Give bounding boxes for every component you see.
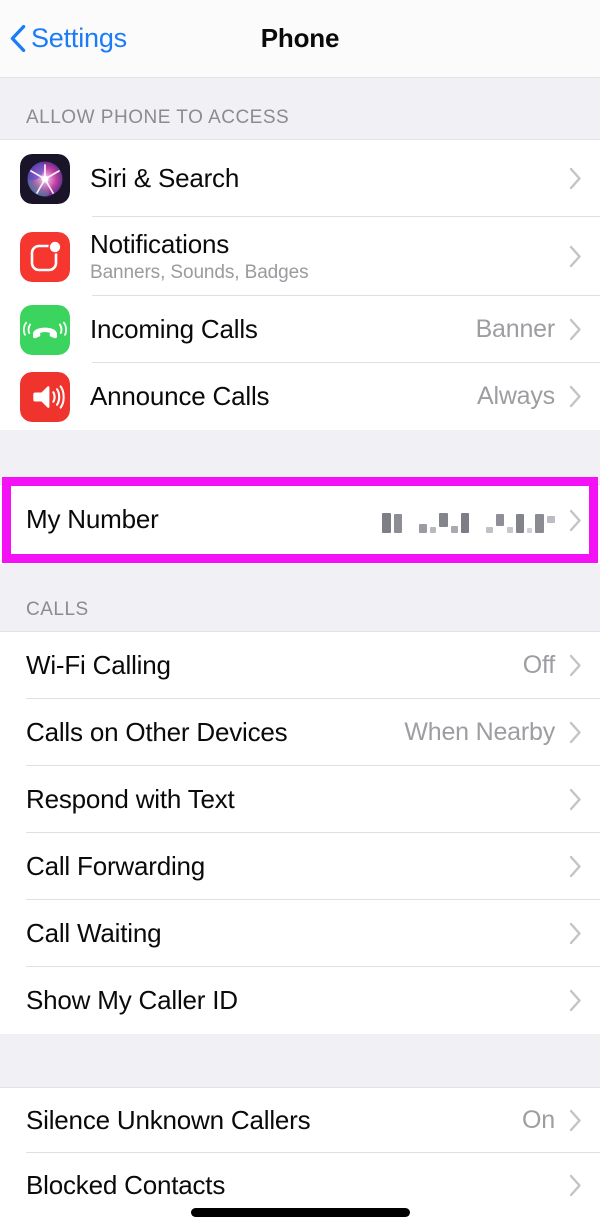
row-title: Notifications xyxy=(90,230,569,260)
chevron-right-icon xyxy=(569,721,582,744)
row-title: Call Waiting xyxy=(26,919,569,949)
chevron-right-icon xyxy=(569,245,582,268)
row-incoming-calls[interactable]: Incoming Calls Banner xyxy=(0,296,600,363)
section-header-allow-phone-to-access: ALLOW PHONE TO ACCESS xyxy=(0,78,600,140)
group-allow-phone-to-access: Siri & Search Notifications Banners, Sou… xyxy=(0,140,600,430)
row-labels: Blocked Contacts xyxy=(26,1171,569,1201)
home-indicator-bar xyxy=(191,1208,410,1217)
redacted-group xyxy=(486,507,555,533)
row-announce-calls[interactable]: Announce Calls Always xyxy=(0,363,600,430)
chevron-right-icon xyxy=(569,654,582,677)
chevron-right-icon xyxy=(569,385,582,408)
row-show-my-caller-id[interactable]: Show My Caller ID xyxy=(0,967,600,1034)
row-value: When Nearby xyxy=(404,718,555,747)
page-title: Phone xyxy=(0,0,600,77)
row-title: Call Forwarding xyxy=(26,852,569,882)
siri-icon xyxy=(20,154,70,204)
row-wifi-calling[interactable]: Wi-Fi Calling Off xyxy=(0,632,600,699)
row-title: Blocked Contacts xyxy=(26,1171,569,1201)
row-labels: Show My Caller ID xyxy=(26,986,569,1016)
row-my-number[interactable]: My Number xyxy=(0,485,600,555)
row-subtitle: Banners, Sounds, Badges xyxy=(90,263,569,284)
row-labels: Call Forwarding xyxy=(26,852,569,882)
row-respond-with-text[interactable]: Respond with Text xyxy=(0,766,600,833)
chevron-right-icon xyxy=(569,1174,582,1197)
row-value: Off xyxy=(523,651,555,680)
row-title: Announce Calls xyxy=(90,382,477,412)
navigation-bar: Settings Phone xyxy=(0,0,600,78)
row-title: Show My Caller ID xyxy=(26,986,569,1016)
chevron-right-icon xyxy=(569,318,582,341)
redacted-group xyxy=(382,507,402,533)
row-value: Banner xyxy=(476,315,555,344)
row-value: Always xyxy=(477,382,555,411)
row-labels: Announce Calls xyxy=(90,382,477,412)
row-call-forwarding[interactable]: Call Forwarding xyxy=(0,833,600,900)
row-labels: Calls on Other Devices xyxy=(26,718,404,748)
my-number-redacted-value xyxy=(382,507,555,533)
row-labels: My Number xyxy=(26,505,382,535)
row-notifications[interactable]: Notifications Banners, Sounds, Badges xyxy=(0,217,600,296)
row-title: Wi-Fi Calling xyxy=(26,651,523,681)
section-header-calls: CALLS xyxy=(0,564,600,632)
row-title: Calls on Other Devices xyxy=(26,718,404,748)
row-labels: Siri & Search xyxy=(90,164,569,194)
row-title: Siri & Search xyxy=(90,164,569,194)
row-silence-unknown-callers[interactable]: Silence Unknown Callers On xyxy=(0,1088,600,1153)
row-labels: Wi-Fi Calling xyxy=(26,651,523,681)
chevron-right-icon xyxy=(569,788,582,811)
row-calls-on-other-devices[interactable]: Calls on Other Devices When Nearby xyxy=(0,699,600,766)
redacted-group xyxy=(419,507,469,533)
group-gap xyxy=(0,1034,600,1088)
row-title: Respond with Text xyxy=(26,785,569,815)
phone-settings-screen: Settings Phone ALLOW PHONE TO ACCESS xyxy=(0,0,600,1230)
chevron-right-icon xyxy=(569,509,582,532)
row-title: My Number xyxy=(26,505,382,535)
chevron-right-icon xyxy=(569,922,582,945)
row-siri-and-search[interactable]: Siri & Search xyxy=(0,140,600,217)
row-labels: Respond with Text xyxy=(26,785,569,815)
chevron-right-icon xyxy=(569,855,582,878)
row-call-waiting[interactable]: Call Waiting xyxy=(0,900,600,967)
row-labels: Call Waiting xyxy=(26,919,569,949)
chevron-right-icon xyxy=(569,167,582,190)
group-blocking: Silence Unknown Callers On Blocked Conta… xyxy=(0,1088,600,1218)
row-labels: Incoming Calls xyxy=(90,315,476,345)
chevron-right-icon xyxy=(569,1109,582,1132)
row-title: Incoming Calls xyxy=(90,315,476,345)
incoming-calls-icon xyxy=(20,305,70,355)
group-my-number: My Number xyxy=(0,485,600,555)
row-labels: Silence Unknown Callers xyxy=(26,1106,522,1136)
notifications-icon xyxy=(20,232,70,282)
group-calls: Wi-Fi Calling Off Calls on Other Devices… xyxy=(0,632,600,1034)
row-labels: Notifications Banners, Sounds, Badges xyxy=(90,230,569,284)
group-gap xyxy=(0,430,600,485)
row-value: On xyxy=(522,1106,555,1135)
row-title: Silence Unknown Callers xyxy=(26,1106,522,1136)
chevron-right-icon xyxy=(569,989,582,1012)
announce-calls-icon xyxy=(20,372,70,422)
